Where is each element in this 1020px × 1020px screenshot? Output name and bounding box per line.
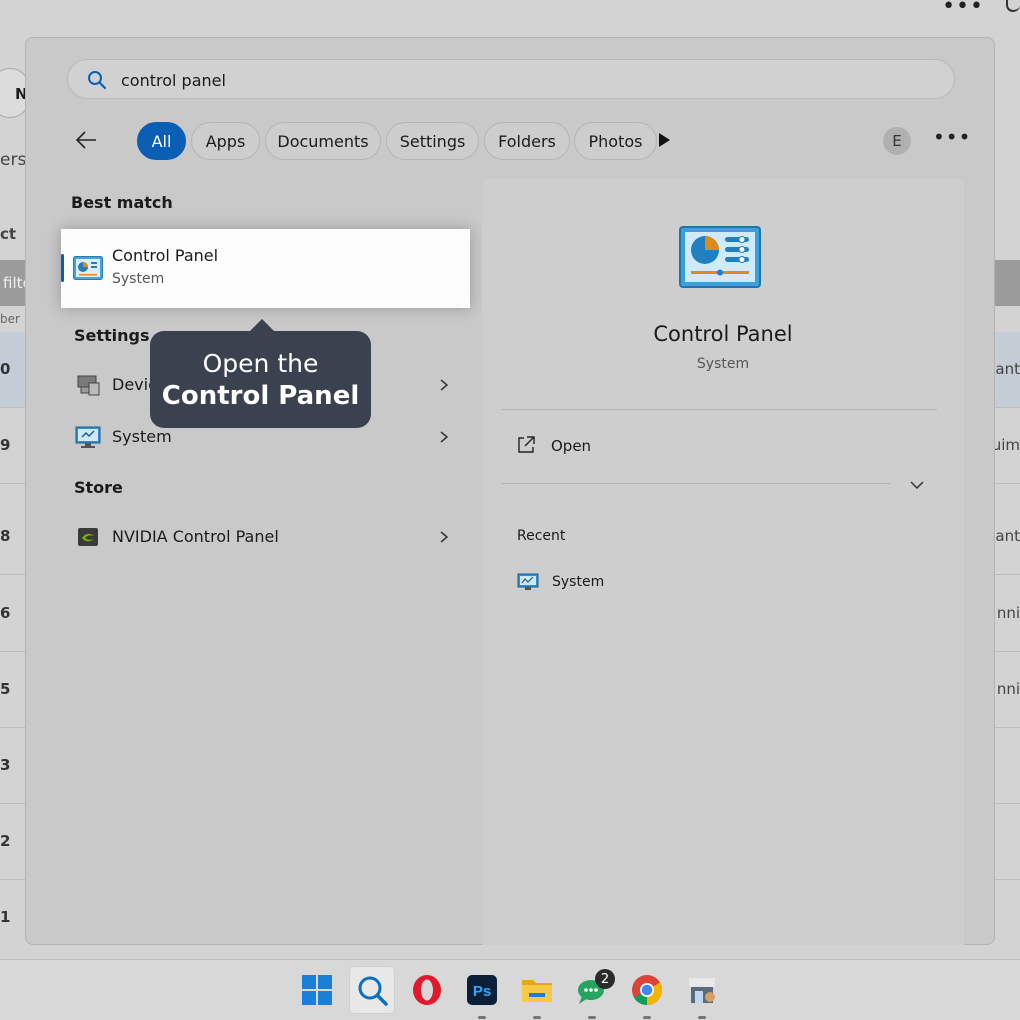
preview-pane: Control Panel System Open Recent System (482, 179, 964, 945)
system-monitor-icon (517, 573, 539, 590)
filter-chip-photos[interactable]: Photos (574, 122, 657, 160)
instruction-tooltip: Open the Control Panel (150, 319, 371, 428)
taskbar: Ps 2 (0, 959, 1020, 1020)
background-text: ers (0, 150, 27, 170)
control-panel-large-icon (679, 226, 761, 288)
best-match-control-panel[interactable]: Control Panel System (61, 229, 470, 308)
more-options-icon[interactable]: ••• (942, 0, 984, 19)
chrome-icon (632, 975, 663, 1005)
filter-chip-settings[interactable]: Settings (386, 122, 479, 160)
search-input[interactable] (121, 67, 921, 93)
photoshop-icon: Ps (467, 975, 497, 1005)
more-options-button[interactable]: ••• (933, 125, 971, 149)
back-button[interactable] (71, 121, 101, 159)
taskbar-photoshop-button[interactable]: Ps (459, 966, 505, 1019)
account-avatar[interactable]: E (883, 127, 911, 155)
store-item-nvidia-control-panel[interactable]: NVIDIA Control Panel (71, 517, 451, 557)
running-indicator (643, 1016, 651, 1019)
taskbar-chrome-button[interactable] (624, 966, 670, 1019)
open-label: Open (551, 437, 592, 455)
recent-item-system[interactable]: System (517, 572, 717, 594)
filter-chip-all[interactable]: All (137, 122, 186, 160)
svg-text:Ps: Ps (473, 983, 491, 1000)
running-indicator (698, 1016, 706, 1019)
running-indicator (478, 1016, 486, 1019)
folder-icon (522, 980, 552, 1002)
filter-chip-folders[interactable]: Folders (484, 122, 570, 160)
open-external-icon (518, 436, 535, 453)
chevron-down-icon[interactable] (909, 477, 925, 493)
divider (502, 483, 890, 484)
taskbar-search-button[interactable] (349, 966, 395, 1014)
notification-badge: 2 (595, 969, 615, 989)
taskbar-file-explorer-button[interactable] (514, 966, 560, 1019)
running-indicator (533, 1016, 541, 1019)
store-icon (689, 978, 715, 1003)
more-filters-arrow-icon[interactable] (654, 130, 674, 150)
settings-item-label: System (112, 427, 172, 446)
taskbar-chat-button[interactable]: 2 (569, 966, 615, 1019)
best-match-subtitle: System (112, 271, 165, 287)
search-box[interactable] (67, 59, 955, 99)
store-heading: Store (74, 478, 123, 497)
device-manager-icon (77, 375, 100, 396)
background-text: ber (0, 312, 20, 326)
recent-item-label: System (552, 574, 605, 590)
system-monitor-icon (75, 426, 101, 448)
opera-icon (413, 975, 441, 1005)
back-arrow-icon (75, 131, 96, 149)
tooltip-line-2: Control Panel (161, 381, 360, 411)
tooltip-line-1: Open the (202, 349, 319, 378)
chevron-right-icon (440, 431, 449, 443)
windows-logo-icon (302, 975, 332, 1005)
background-text: ct (0, 225, 17, 243)
control-panel-icon (73, 256, 103, 280)
chevron-right-icon (440, 379, 449, 391)
recent-heading: Recent (517, 528, 566, 544)
divider (502, 409, 937, 410)
selection-accent (61, 254, 64, 282)
filter-bar: All Apps Documents Settings Folders Phot… (71, 121, 970, 161)
start-search-panel: All Apps Documents Settings Folders Phot… (25, 37, 995, 945)
filter-chip-documents[interactable]: Documents (265, 122, 381, 160)
open-action[interactable]: Open (516, 435, 716, 459)
filter-chip-apps[interactable]: Apps (191, 122, 260, 160)
settings-heading: Settings (74, 326, 150, 345)
profile-icon[interactable] (1006, 0, 1020, 12)
best-match-title: Control Panel (112, 246, 219, 265)
taskbar-store-button[interactable] (679, 966, 725, 1019)
nvidia-icon (78, 528, 98, 546)
search-icon (88, 71, 107, 90)
taskbar-start-button[interactable] (294, 966, 340, 1014)
chevron-right-icon (440, 531, 449, 543)
store-item-label: NVIDIA Control Panel (112, 527, 279, 546)
running-indicator (588, 1016, 596, 1019)
preview-title: Control Panel (653, 322, 793, 346)
search-icon (358, 976, 388, 1006)
best-match-heading: Best match (71, 193, 173, 212)
taskbar-opera-button[interactable] (404, 966, 450, 1014)
preview-subtitle: System (696, 356, 750, 372)
